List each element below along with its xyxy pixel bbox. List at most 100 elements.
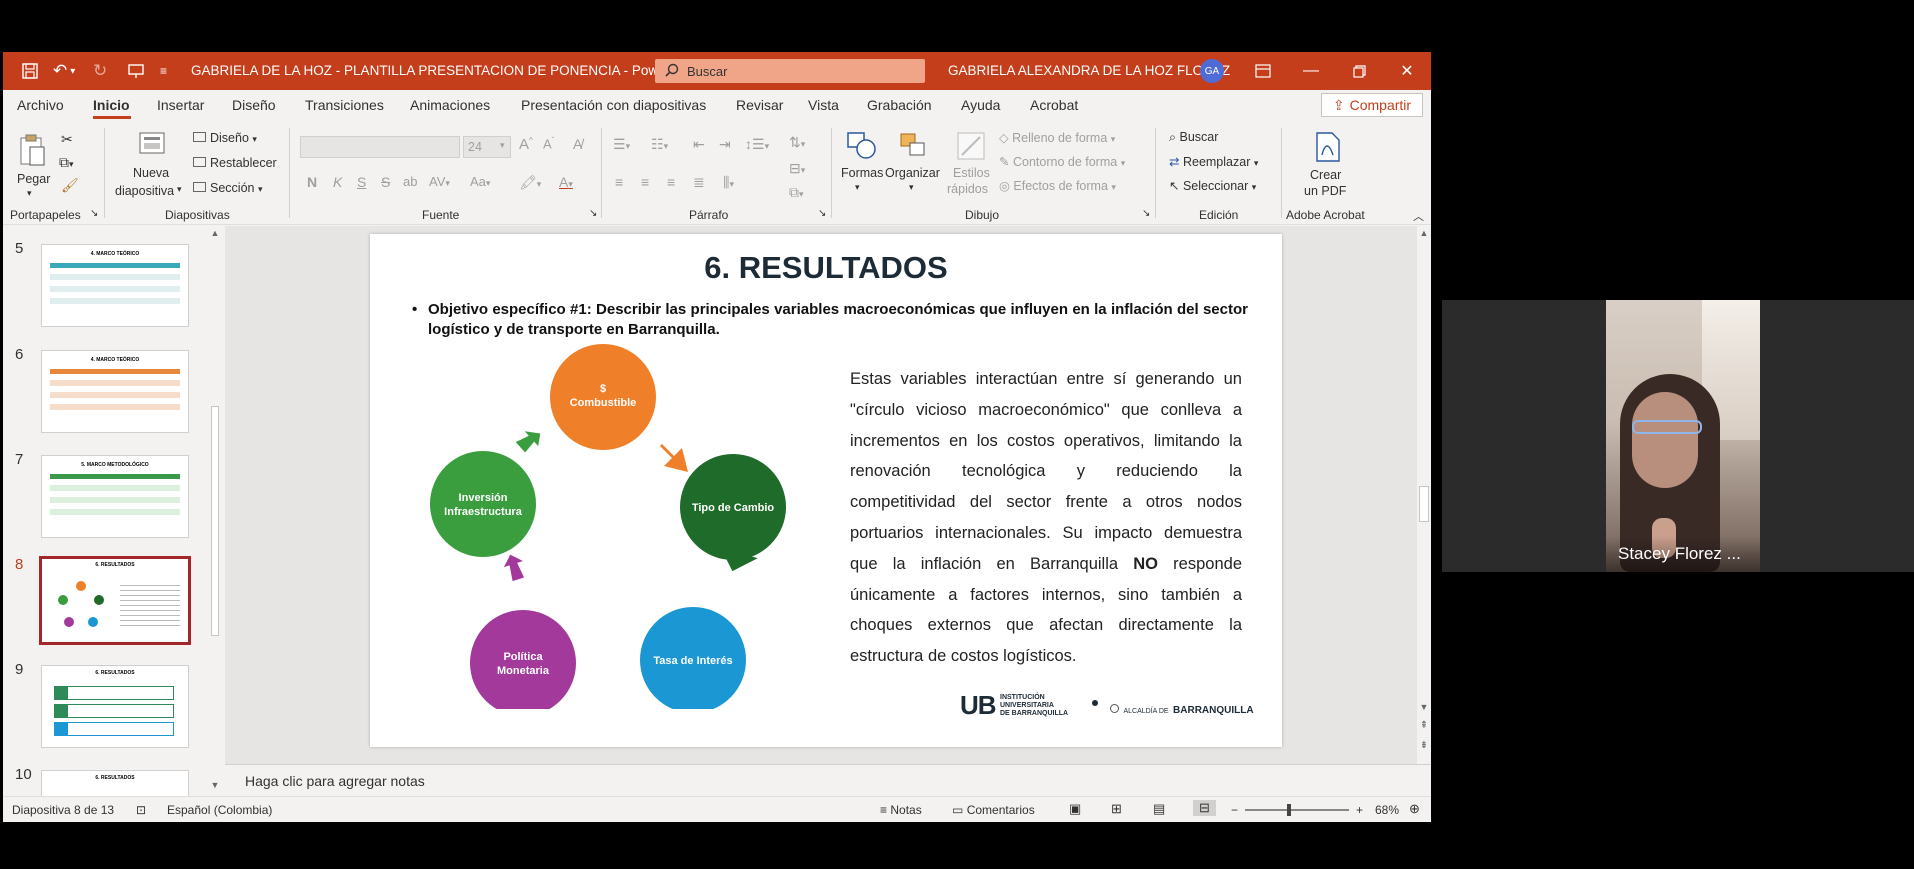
zoom-level[interactable]: 68%	[1375, 803, 1399, 817]
normal-view-icon[interactable]: ▣	[1069, 801, 1081, 817]
font-color-icon[interactable]: A▾	[559, 174, 573, 190]
tab-vista[interactable]: Vista	[808, 97, 839, 113]
tab-acrobat[interactable]: Acrobat	[1030, 97, 1078, 113]
align-left-icon[interactable]: ≡	[615, 174, 623, 190]
select-button[interactable]: ↖ Seleccionar ▾	[1169, 178, 1256, 193]
format-painter-icon[interactable]: 🖌	[61, 177, 79, 194]
increase-indent-icon[interactable]: ⇥	[719, 136, 731, 153]
shape-fill-button[interactable]: ◇ Relleno de forma ▾	[999, 130, 1115, 145]
quick-styles-icon[interactable]	[955, 130, 987, 162]
tab-animaciones[interactable]: Animaciones	[410, 97, 490, 113]
cut-icon[interactable]: ✂	[61, 131, 73, 148]
tab-transiciones[interactable]: Transiciones	[305, 97, 384, 113]
quick-styles-label-2[interactable]: rápidos	[947, 182, 988, 196]
minimize-icon[interactable]: —	[1288, 52, 1334, 90]
change-case-icon[interactable]: Aa▾	[470, 174, 490, 189]
scroll-down-icon[interactable]: ▼	[1417, 702, 1431, 712]
strikethrough-icon[interactable]: S	[381, 174, 390, 190]
slide-thumbnail-5[interactable]: 4. MARCO TEÓRICO	[41, 244, 189, 327]
layout-button[interactable]: Diseño ▾	[193, 131, 257, 145]
create-pdf-label-2[interactable]: un PDF	[1304, 184, 1346, 198]
avatar[interactable]: GA	[1200, 59, 1224, 83]
parrafo-launcher-icon[interactable]: ↘	[818, 208, 826, 219]
font-size-select[interactable]: 24 ▾	[463, 136, 511, 158]
char-spacing-icon[interactable]: AV▾	[429, 174, 450, 189]
font-family-select[interactable]	[300, 136, 460, 158]
line-spacing-icon[interactable]: ↕☰▾	[745, 136, 769, 153]
tab-presentacion[interactable]: Presentación con diapositivas	[521, 97, 706, 113]
restore-icon[interactable]	[1336, 52, 1382, 90]
slide-scrollbar[interactable]: ▲ ▼ ⇞ ⇟	[1417, 226, 1431, 764]
tab-archivo[interactable]: Archivo	[17, 97, 64, 113]
justify-icon[interactable]: ≣	[693, 174, 705, 191]
notes-placeholder[interactable]: Haga clic para agregar notas	[245, 773, 425, 789]
columns-icon[interactable]: ⫼▾	[723, 174, 734, 191]
comments-toggle[interactable]: ▭ Comentarios	[952, 803, 1035, 817]
dibujo-launcher-icon[interactable]: ↘	[1142, 208, 1150, 219]
slide-paragraph[interactable]: Estas variables interactúan entre sí gen…	[850, 364, 1242, 672]
bold-icon[interactable]: N	[307, 174, 317, 190]
cycle-diagram[interactable]: $ Combustible Tipo de Cambio Tasa de Int…	[430, 344, 820, 709]
bullets-icon[interactable]: ☰▾	[613, 136, 630, 153]
notes-pane[interactable]: Haga clic para agregar notas	[225, 764, 1431, 796]
new-slide-label-1[interactable]: Nueva	[133, 166, 169, 180]
scrollbar-thumb[interactable]	[211, 406, 219, 636]
share-button[interactable]: ⇪ Compartir	[1321, 93, 1423, 117]
previous-slide-icon[interactable]: ⇞	[1417, 720, 1431, 731]
replace-button[interactable]: ⇄ Reemplazar ▾	[1169, 154, 1258, 169]
redo-icon[interactable]: ↻	[93, 52, 107, 90]
clear-format-icon[interactable]: A̸	[573, 136, 582, 152]
decrease-indent-icon[interactable]: ⇤	[693, 136, 705, 153]
scroll-down-icon[interactable]: ▼	[209, 780, 221, 790]
paste-dropdown-icon[interactable]: ▾	[27, 188, 32, 199]
language[interactable]: Español (Colombia)	[167, 803, 272, 817]
zoom-out-icon[interactable]: −	[1231, 803, 1238, 817]
scrollbar-thumb[interactable]	[1419, 486, 1429, 522]
arrange-label[interactable]: Organizar	[885, 166, 940, 180]
slide-thumbnail-9[interactable]: 6. RESULTADOS	[41, 665, 189, 748]
user-name[interactable]: GABRIELA ALEXANDRA DE LA HOZ FLOREZ	[948, 63, 1230, 78]
slide-title[interactable]: 6. RESULTADOS	[370, 250, 1282, 286]
slide-sorter-icon[interactable]: ⊞	[1111, 801, 1122, 817]
section-button[interactable]: Sección ▾	[193, 181, 263, 195]
portapapeles-launcher-icon[interactable]: ↘	[90, 208, 98, 219]
start-presentation-icon[interactable]	[127, 52, 145, 90]
scroll-up-icon[interactable]: ▲	[1417, 228, 1431, 238]
pdf-icon[interactable]	[1313, 130, 1343, 164]
tab-inicio[interactable]: Inicio	[93, 97, 130, 113]
copy-icon[interactable]: ⧉▾	[59, 154, 74, 171]
slideshow-view-icon[interactable]: ⊟	[1193, 800, 1216, 816]
fuente-launcher-icon[interactable]: ↘	[589, 208, 597, 219]
accessibility-icon[interactable]: ⊡	[136, 803, 146, 817]
reset-button[interactable]: Restablecer	[193, 156, 277, 170]
next-slide-icon[interactable]: ⇟	[1417, 740, 1431, 751]
paste-label[interactable]: Pegar	[17, 172, 50, 186]
shrink-font-icon[interactable]: Aˇ	[543, 136, 554, 151]
chevron-down-icon[interactable]: ▾	[855, 182, 860, 193]
notes-toggle[interactable]: ≡ Notas	[880, 803, 922, 817]
create-pdf-label-1[interactable]: Crear	[1310, 168, 1341, 182]
paste-icon[interactable]	[17, 132, 47, 168]
slide-thumbnail-8[interactable]: 6. RESULTADOS	[39, 556, 191, 645]
slide-objective[interactable]: • Objetivo específico #1: Describir las …	[412, 300, 1248, 340]
grow-font-icon[interactable]: A^	[519, 136, 533, 153]
find-button[interactable]: ⌕ Buscar	[1169, 130, 1218, 145]
italic-icon[interactable]: K	[333, 174, 342, 190]
align-right-icon[interactable]: ≡	[667, 174, 675, 190]
shadow-icon[interactable]: ab	[403, 174, 417, 189]
new-slide-label-2[interactable]: diapositiva	[115, 184, 174, 198]
fit-to-window-icon[interactable]: ⊕	[1409, 801, 1420, 817]
underline-icon[interactable]: S	[357, 174, 366, 190]
collapse-ribbon-icon[interactable]: ︿	[1413, 208, 1424, 224]
tab-ayuda[interactable]: Ayuda	[961, 97, 1000, 113]
tab-revisar[interactable]: Revisar	[736, 97, 783, 113]
reading-view-icon[interactable]: ▤	[1153, 801, 1165, 817]
tab-grabacion[interactable]: Grabación	[867, 97, 932, 113]
new-slide-icon[interactable]	[137, 130, 169, 160]
save-icon[interactable]	[21, 52, 39, 90]
slide-thumbnail-7[interactable]: 5. MARCO METODOLÓGICO	[41, 455, 189, 538]
slide-thumbnail-6[interactable]: 4. MARCO TEÓRICO	[41, 350, 189, 433]
quick-styles-label-1[interactable]: Estilos	[953, 166, 990, 180]
zoom-slider-thumb[interactable]	[1287, 804, 1291, 816]
customize-qat-icon[interactable]: ≡	[160, 52, 167, 90]
